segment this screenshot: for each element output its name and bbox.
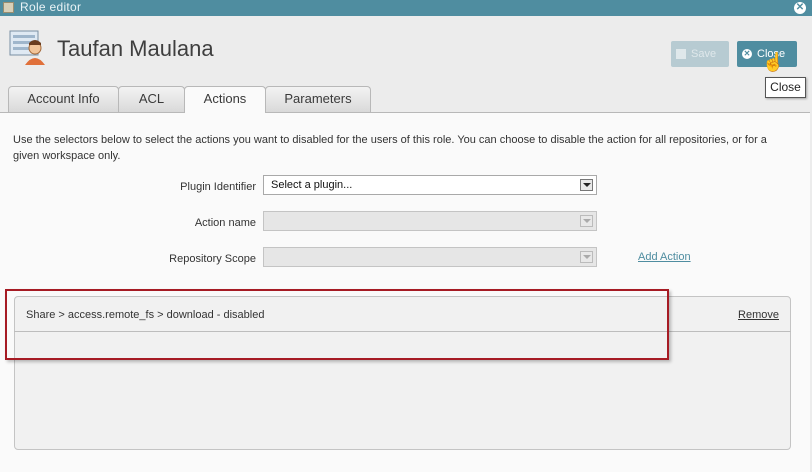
save-icon <box>676 49 686 59</box>
action-name-label: Action name <box>194 217 256 229</box>
close-circle-icon: ✕ <box>742 49 752 59</box>
tab-parameters[interactable]: Parameters <box>265 86 371 112</box>
tab-account-info[interactable]: Account Info <box>8 86 119 112</box>
repository-scope-select[interactable] <box>263 247 597 267</box>
close-tooltip: Close <box>765 77 806 98</box>
window-title: Role editor <box>20 0 82 14</box>
plugin-identifier-select[interactable]: Select a plugin... <box>263 175 597 195</box>
chevron-down-icon[interactable] <box>580 215 593 227</box>
remove-link[interactable]: Remove <box>738 309 779 321</box>
action-name-select[interactable] <box>263 211 597 231</box>
user-card-icon <box>9 30 45 65</box>
save-button-label: Save <box>691 48 717 60</box>
role-editor-icon <box>3 2 14 13</box>
add-action-link[interactable]: Add Action <box>638 251 691 263</box>
tab-actions[interactable]: Actions <box>184 86 266 113</box>
plugin-identifier-label: Plugin Identifier <box>180 181 256 193</box>
save-button[interactable]: Save <box>671 41 729 67</box>
hand-cursor-icon: ☝ <box>762 52 785 72</box>
role-user-name: Taufan Maulana <box>57 36 214 61</box>
close-icon[interactable]: ✕ <box>794 2 806 14</box>
actions-intro-text: Use the selectors below to select the ac… <box>13 134 767 162</box>
chevron-down-icon[interactable] <box>580 251 593 263</box>
tab-acl[interactable]: ACL <box>118 86 185 112</box>
chevron-down-icon[interactable] <box>580 179 593 191</box>
window-titlebar: Role editor ✕ <box>0 0 812 16</box>
plugin-identifier-value: Select a plugin... <box>271 179 353 191</box>
annotation-highlight-box <box>5 289 669 360</box>
repository-scope-label: Repository Scope <box>169 253 256 265</box>
